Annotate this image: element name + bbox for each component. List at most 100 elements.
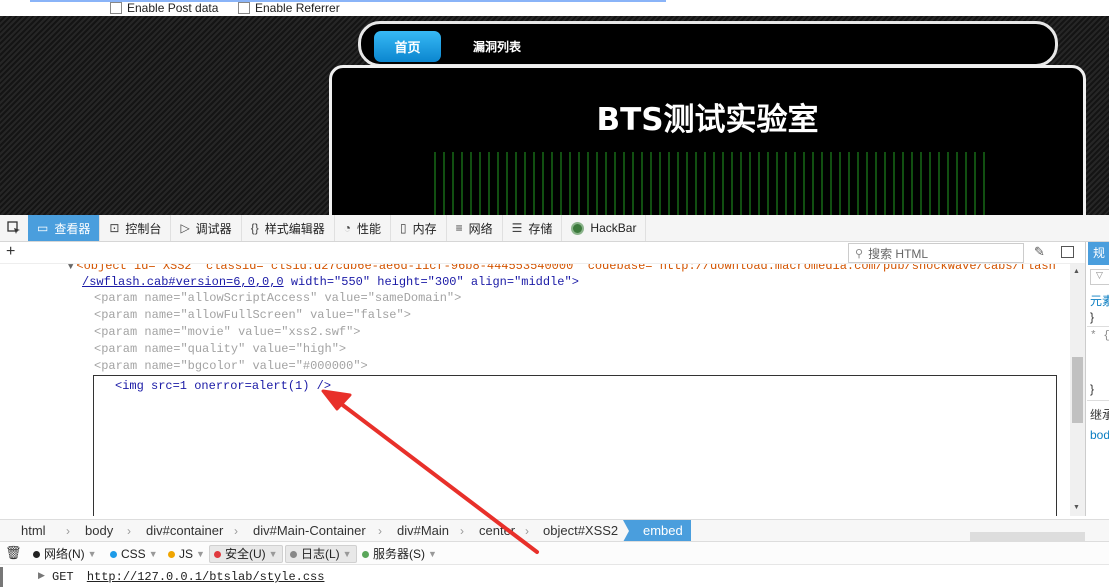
filter-css-label: CSS xyxy=(121,547,146,561)
filter-js-label: JS xyxy=(179,547,194,561)
scrollbar-thumb[interactable] xyxy=(1072,357,1083,423)
inspector-toolbar: + ⚲ 搜索 HTML ✎ xyxy=(0,242,1085,264)
markup-view: ▼ <object id="XSS2" classid="clsid:d27cdb… xyxy=(0,264,1070,516)
console-filter-bar: 🗑 网络(N) ▼ CSS ▼ JS ▼ 安全(U) ▼ 日志(L) ▼ 服务器(S) ▼ xyxy=(0,541,1109,565)
param-node[interactable]: <param name="allowFullScreen" value="fal… xyxy=(94,307,411,324)
filter-styles-icon[interactable]: ▽ xyxy=(1090,269,1109,285)
param-node[interactable]: <param name="quality" value="high"> xyxy=(94,341,346,358)
filter-css[interactable]: CSS ▼ xyxy=(110,542,158,566)
hackbar-icon xyxy=(571,221,585,235)
filter-security[interactable]: 安全(U) ▼ xyxy=(209,545,283,563)
object-tag-text: <object id="XSS2" classid="clsid:d27cdb6… xyxy=(76,264,1056,273)
rule-close-brace: } xyxy=(1090,382,1095,396)
edited-html-text[interactable]: <img src=1 onerror=alert(1) /> xyxy=(115,379,331,393)
tab-style-editor[interactable]: {} 样式编辑器 xyxy=(242,215,335,241)
tab-hackbar[interactable]: HackBar xyxy=(562,215,647,241)
body-selector[interactable]: bod xyxy=(1090,428,1109,442)
breadcrumb-item[interactable]: div#Main xyxy=(397,520,449,542)
expand-toggle-icon[interactable]: ▼ xyxy=(68,264,73,272)
network-icon: ≡ xyxy=(455,221,463,235)
checkbox-box[interactable] xyxy=(110,2,122,14)
enable-referrer-checkbox[interactable]: Enable Referrer xyxy=(238,1,340,15)
add-node-button[interactable]: + xyxy=(6,243,15,261)
tab-debugger-label: 调试器 xyxy=(195,221,232,236)
breadcrumb-item[interactable]: div#Main-Container xyxy=(253,520,366,542)
enable-post-label: Enable Post data xyxy=(127,1,219,15)
tab-network[interactable]: ≡ 网络 xyxy=(447,215,503,241)
breadcrumb-separator-icon: › xyxy=(234,524,238,538)
network-log-row[interactable]: GET http://127.0.0.1/btslab/style.css xyxy=(52,570,324,584)
breadcrumb-item[interactable]: div#container xyxy=(146,520,223,542)
search-html-input[interactable]: ⚲ 搜索 HTML xyxy=(848,243,1024,263)
param-node[interactable]: <param name="movie" value="xss2.swf"> xyxy=(94,324,361,341)
filter-server-label: 服务器(S) xyxy=(373,547,425,561)
breadcrumb-separator-icon: › xyxy=(127,524,131,538)
scroll-up-icon[interactable]: ▲ xyxy=(1073,268,1080,275)
object-open-line-2[interactable]: /swflash.cab#version=6,0,0,0 width="550"… xyxy=(82,274,579,291)
site-title: BTS测试实验室 xyxy=(596,102,819,138)
memory-icon: ▯ xyxy=(399,221,407,235)
filter-server[interactable]: 服务器(S) ▼ xyxy=(362,542,437,566)
tab-storage-label: 存储 xyxy=(528,221,553,236)
js-dot-icon xyxy=(168,550,175,558)
param-value: sameDomain xyxy=(374,291,447,305)
tab-inspector-label: 查看器 xyxy=(54,221,91,236)
param-value: #000000 xyxy=(302,359,354,373)
breadcrumb-item[interactable]: object#XSS2 xyxy=(543,520,618,542)
object-attrs-text: width="550" height="300" align="middle"> xyxy=(283,275,579,289)
console-output: ▶ GET http://127.0.0.1/btslab/style.css xyxy=(0,565,1109,587)
filter-network[interactable]: 网络(N) ▼ xyxy=(33,542,97,566)
breadcrumb-item[interactable]: body xyxy=(85,520,113,542)
server-dot-icon xyxy=(362,550,369,558)
param-node[interactable]: <param name="allowScriptAccess" value="s… xyxy=(94,290,461,307)
param-node[interactable]: <param name="bgcolor" value="#000000"> xyxy=(94,358,368,375)
breadcrumb-item[interactable]: center xyxy=(479,520,515,542)
breadcrumb-separator-icon: › xyxy=(525,524,529,538)
search-icon: ⚲ xyxy=(855,247,864,260)
nav-vuln-list-link[interactable]: 漏洞列表 xyxy=(461,31,533,62)
rules-side-panel: 规 ▽ 元素 } * { } 继承 bod xyxy=(1085,242,1109,516)
toggle-side-panel-icon[interactable] xyxy=(1061,246,1074,258)
markup-scrollbar[interactable]: ▲ ▼ xyxy=(1070,264,1085,516)
debugger-icon: ▷ xyxy=(180,221,190,235)
checkbox-box[interactable] xyxy=(238,2,250,14)
tab-performance[interactable]: ◔ 性能 xyxy=(335,215,391,241)
tab-performance-label: 性能 xyxy=(356,221,381,236)
tab-network-label: 网络 xyxy=(468,221,493,236)
edit-as-html-textarea[interactable]: <img src=1 onerror=alert(1) /> xyxy=(93,375,1057,516)
codebase-url-link[interactable]: /swflash.cab#version=6,0,0,0 xyxy=(82,275,284,289)
eyedropper-icon[interactable]: ✎ xyxy=(1034,244,1045,260)
chevron-down-icon: ▼ xyxy=(87,549,97,559)
tab-console[interactable]: ⊡ 控制台 xyxy=(100,215,172,241)
tab-debugger[interactable]: ▷ 调试器 xyxy=(171,215,242,241)
breadcrumb-item-active[interactable]: embed xyxy=(623,520,691,542)
breadcrumb-item[interactable]: html xyxy=(21,520,46,542)
param-value: high xyxy=(302,342,332,356)
style-editor-icon: {} xyxy=(250,221,259,235)
inspector-icon: ▭ xyxy=(37,221,49,235)
hackbar-options: Enable Post data Enable Referrer xyxy=(0,0,1109,16)
filter-js[interactable]: JS ▼ xyxy=(168,542,205,566)
breadcrumb-separator-icon: › xyxy=(460,524,464,538)
tab-storage[interactable]: ☰ 存储 xyxy=(503,215,563,241)
tab-hackbar-label: HackBar xyxy=(590,221,637,235)
nav-home-link[interactable]: 首页 xyxy=(374,31,441,62)
matrix-banner-image xyxy=(434,152,985,215)
param-name: allowFullScreen xyxy=(187,308,296,322)
universal-rule-selector: * { xyxy=(1090,330,1109,342)
breadcrumb-scrollbar[interactable] xyxy=(970,532,1085,541)
enable-referrer-label: Enable Referrer xyxy=(255,1,340,15)
clear-console-icon[interactable]: 🗑 xyxy=(5,545,22,561)
expand-message-icon[interactable]: ▶ xyxy=(38,570,45,581)
tab-memory[interactable]: ▯ 内存 xyxy=(391,215,447,241)
request-url-link[interactable]: http://127.0.0.1/btslab/style.css xyxy=(87,570,325,584)
rule-separator xyxy=(1087,400,1109,401)
scroll-down-icon[interactable]: ▼ xyxy=(1073,504,1080,511)
tab-style-editor-label: 样式编辑器 xyxy=(264,221,325,236)
filter-network-label: 网络(N) xyxy=(44,547,85,561)
element-picker-button[interactable] xyxy=(0,215,28,241)
tab-inspector[interactable]: ▭ 查看器 xyxy=(28,215,101,241)
rules-tab[interactable]: 规 xyxy=(1088,242,1109,265)
filter-log[interactable]: 日志(L) ▼ xyxy=(285,545,357,563)
enable-post-checkbox[interactable]: Enable Post data xyxy=(110,1,218,15)
